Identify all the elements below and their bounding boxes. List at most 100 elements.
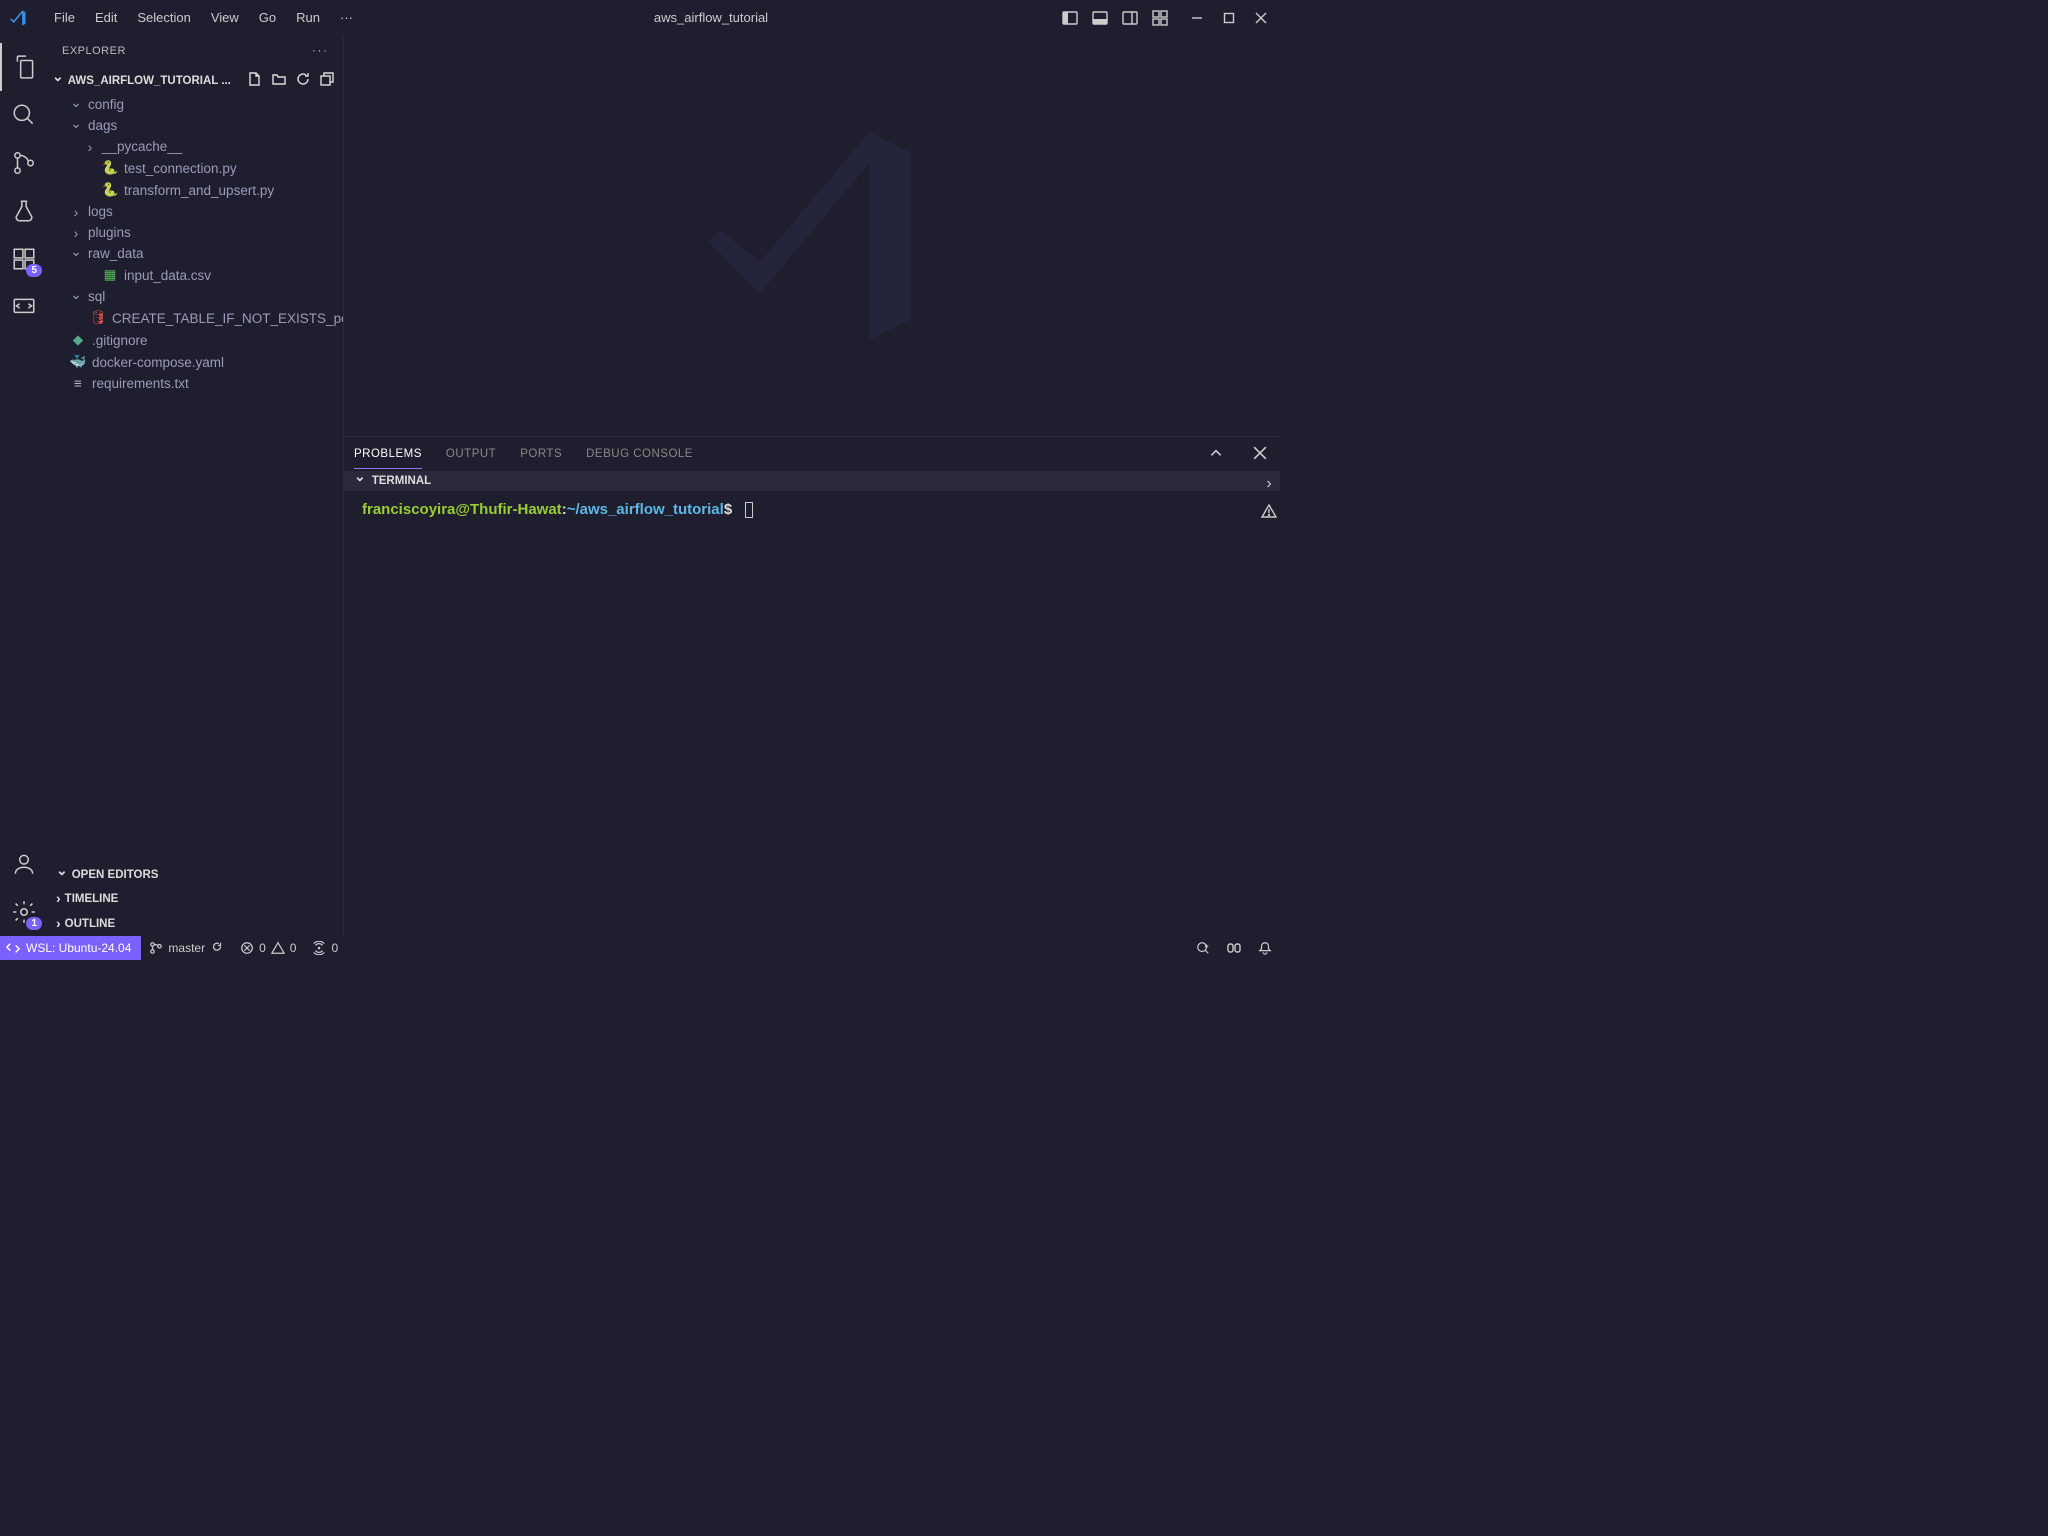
terminal-prompt-user: franciscoyira@Thufir-Hawat: [362, 501, 562, 518]
refresh-icon[interactable]: [295, 71, 311, 90]
status-problems[interactable]: 0 0: [232, 941, 304, 955]
activity-remote-explorer[interactable]: [0, 283, 48, 331]
remote-label: WSL: Ubuntu-24.04: [26, 941, 131, 955]
panel-close-icon[interactable]: [1250, 446, 1270, 463]
explorer-more-icon[interactable]: ···: [312, 45, 329, 57]
terminal[interactable]: franciscoyira@Thufir-Hawat:~/aws_airflow…: [344, 491, 1280, 936]
warning-icon[interactable]: [1261, 503, 1277, 524]
activity-source-control[interactable]: [0, 139, 48, 187]
panel-tabs: PROBLEMS OUTPUT PORTS DEBUG CONSOLE: [344, 437, 1280, 471]
terminal-prompt-dollar: $: [724, 501, 732, 518]
customize-layout-icon[interactable]: [1149, 7, 1171, 29]
file-create-table-sql[interactable]: 🛢CREATE_TABLE_IF_NOT_EXISTS_pomo...: [48, 307, 343, 329]
activity-accounts[interactable]: [0, 840, 48, 888]
chevron-down-icon: [56, 869, 68, 881]
folder-config[interactable]: config: [48, 94, 343, 115]
file-input-csv[interactable]: ▦input_data.csv: [48, 264, 343, 286]
editor-area: PROBLEMS OUTPUT PORTS DEBUG CONSOLE TERM…: [344, 35, 1280, 936]
chevron-right-icon: [56, 916, 61, 931]
folder-plugins[interactable]: plugins: [48, 222, 343, 243]
activity-explorer[interactable]: [0, 43, 48, 91]
python-file-icon: 🐍: [102, 182, 118, 198]
collapse-all-icon[interactable]: [319, 71, 335, 90]
timeline-section[interactable]: TIMELINE: [48, 886, 343, 911]
toggle-secondary-sidebar-icon[interactable]: [1119, 7, 1141, 29]
terminal-label: TERMINAL: [372, 475, 431, 487]
tab-problems[interactable]: PROBLEMS: [354, 440, 422, 469]
text-file-icon: ≡: [70, 376, 86, 391]
gitignore-file-icon: ◆: [70, 332, 86, 348]
activity-bar: 5 1: [0, 35, 48, 936]
terminal-section-header[interactable]: TERMINAL: [344, 471, 1280, 491]
new-folder-icon[interactable]: [271, 71, 287, 90]
status-copilot-icon[interactable]: [1218, 941, 1250, 955]
panel-right-gutter: ›: [1258, 471, 1280, 524]
folder-dags[interactable]: dags: [48, 115, 343, 136]
folder-raw-data[interactable]: raw_data: [48, 243, 343, 264]
menu-edit[interactable]: Edit: [85, 4, 127, 31]
status-ports[interactable]: 0: [304, 941, 346, 955]
tab-debug-console[interactable]: DEBUG CONSOLE: [586, 440, 693, 468]
extensions-badge: 5: [26, 264, 42, 277]
menu-selection[interactable]: Selection: [127, 4, 200, 31]
terminal-cursor: [745, 502, 753, 518]
chevron-right-icon: [70, 226, 82, 240]
terminal-prompt-path: ~/aws_airflow_tutorial: [567, 501, 724, 518]
layout-buttons: [1059, 7, 1171, 29]
activity-search[interactable]: [0, 91, 48, 139]
file-requirements[interactable]: ≡requirements.txt: [48, 373, 343, 394]
activity-settings[interactable]: 1: [0, 888, 48, 936]
menu-view[interactable]: View: [201, 4, 249, 31]
status-bar: WSL: Ubuntu-24.04 master 0 0 0: [0, 936, 1280, 960]
outline-section[interactable]: OUTLINE: [48, 911, 343, 936]
tab-ports[interactable]: PORTS: [520, 440, 562, 468]
maximize-button[interactable]: [1218, 7, 1240, 29]
menu-bar: File Edit Selection View Go Run ···: [44, 4, 363, 31]
file-gitignore[interactable]: ◆.gitignore: [48, 329, 343, 351]
bottom-panel: PROBLEMS OUTPUT PORTS DEBUG CONSOLE TERM…: [344, 436, 1280, 936]
activity-extensions[interactable]: 5: [0, 235, 48, 283]
status-feedback-icon[interactable]: [1188, 941, 1218, 955]
sidebar-explorer: EXPLORER ··· AWS_AIRFLOW_TUTORIAL ... co…: [48, 35, 344, 936]
chevron-right-icon: [84, 140, 96, 154]
close-button[interactable]: [1250, 7, 1272, 29]
vscode-watermark-icon: [682, 106, 942, 366]
tab-output[interactable]: OUTPUT: [446, 440, 496, 468]
docker-file-icon: 🐳: [70, 354, 86, 370]
file-tree: config dags __pycache__ 🐍test_connection…: [48, 94, 343, 864]
new-file-icon[interactable]: [247, 71, 263, 90]
title-bar: File Edit Selection View Go Run ··· aws_…: [0, 0, 1280, 35]
expand-right-icon[interactable]: ›: [1266, 475, 1271, 493]
explorer-header: EXPLORER ···: [48, 35, 343, 67]
minimize-button[interactable]: [1186, 7, 1208, 29]
open-editors-section[interactable]: OPEN EDITORS: [48, 864, 343, 886]
editor-welcome-background: [344, 35, 1280, 436]
window-title: aws_airflow_tutorial: [363, 10, 1059, 25]
menu-more[interactable]: ···: [330, 4, 363, 31]
chevron-down-icon: [52, 75, 64, 87]
toggle-primary-sidebar-icon[interactable]: [1059, 7, 1081, 29]
python-file-icon: 🐍: [102, 160, 118, 176]
file-transform-upsert[interactable]: 🐍transform_and_upsert.py: [48, 179, 343, 201]
activity-testing[interactable]: [0, 187, 48, 235]
file-docker-compose[interactable]: 🐳docker-compose.yaml: [48, 351, 343, 373]
status-bell-icon[interactable]: [1250, 941, 1280, 955]
csv-file-icon: ▦: [102, 267, 118, 283]
menu-go[interactable]: Go: [249, 4, 286, 31]
chevron-right-icon: [56, 891, 61, 906]
toggle-panel-icon[interactable]: [1089, 7, 1111, 29]
chevron-down-icon: [354, 475, 366, 487]
file-test-connection[interactable]: 🐍test_connection.py: [48, 157, 343, 179]
panel-maximize-icon[interactable]: [1206, 446, 1226, 463]
folder-logs[interactable]: logs: [48, 201, 343, 222]
vscode-logo-icon: [8, 6, 32, 30]
error-count: 0: [259, 941, 266, 955]
status-git-branch[interactable]: master: [141, 941, 232, 955]
project-section-header[interactable]: AWS_AIRFLOW_TUTORIAL ...: [48, 67, 343, 94]
branch-name: master: [168, 941, 205, 955]
menu-file[interactable]: File: [44, 4, 85, 31]
folder-pycache[interactable]: __pycache__: [48, 136, 343, 157]
status-remote[interactable]: WSL: Ubuntu-24.04: [0, 936, 141, 960]
folder-sql[interactable]: sql: [48, 286, 343, 307]
menu-run[interactable]: Run: [286, 4, 330, 31]
